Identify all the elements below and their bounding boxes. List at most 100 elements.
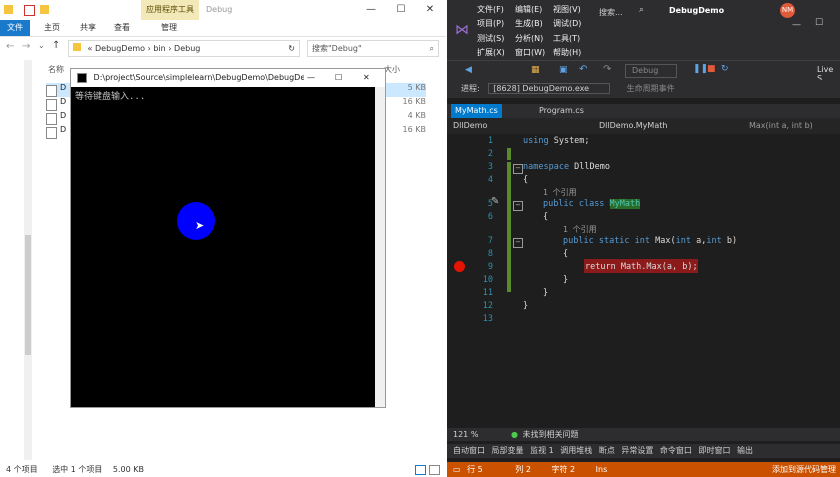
refresh-icon[interactable]: ↻ bbox=[288, 41, 295, 56]
address-bar[interactable]: « DebugDemo › bin › Debug ↻ bbox=[68, 40, 300, 57]
process-dropdown[interactable]: [8628] DebugDemo.exe bbox=[488, 83, 611, 94]
chevron-down-icon[interactable]: ⌄ bbox=[38, 41, 45, 50]
tab-mymath[interactable]: MyMath.cs bbox=[451, 104, 502, 118]
code-editor[interactable] bbox=[447, 134, 840, 426]
codelens-references[interactable]: 1 个引用 bbox=[543, 187, 577, 198]
menu-build[interactable]: 生成(B) bbox=[515, 18, 543, 29]
breadcrumb-debugdemo[interactable]: DebugDemo bbox=[95, 44, 145, 53]
tab-share[interactable]: 共享 bbox=[74, 20, 102, 36]
file-name: D bbox=[60, 83, 67, 92]
add-to-source-control[interactable]: 添加到源代码管理 bbox=[772, 462, 836, 477]
navigation-scrollbar[interactable] bbox=[24, 60, 32, 460]
tab-command-window[interactable]: 命令窗口 bbox=[660, 446, 692, 455]
user-avatar[interactable]: NM bbox=[780, 3, 795, 18]
menu-test[interactable]: 测试(S) bbox=[477, 33, 504, 44]
keyword: int bbox=[634, 236, 651, 246]
forward-arrow-icon[interactable]: → bbox=[22, 41, 30, 52]
tab-call-stack[interactable]: 调用堆栈 bbox=[560, 446, 592, 455]
menu-window[interactable]: 窗口(W) bbox=[515, 47, 545, 58]
menu-file[interactable]: 文件(F) bbox=[477, 4, 504, 15]
line-number: 4 bbox=[487, 175, 493, 185]
undo-icon[interactable]: ↶ bbox=[579, 64, 587, 75]
console-scrollbar[interactable] bbox=[375, 87, 385, 407]
menu-debug[interactable]: 调试(D) bbox=[553, 18, 581, 29]
minimize-button[interactable]: — bbox=[356, 0, 386, 20]
line-number: 3 bbox=[487, 162, 493, 172]
breadcrumb-bin[interactable]: bin bbox=[153, 44, 165, 53]
maximize-button[interactable]: ☐ bbox=[335, 69, 342, 87]
keyword: namespace bbox=[523, 162, 570, 172]
column-header-name[interactable]: 名称 bbox=[48, 64, 64, 75]
file-name: D bbox=[60, 125, 67, 134]
file-name: D bbox=[60, 111, 67, 120]
menu-analyze[interactable]: 分析(N) bbox=[515, 33, 543, 44]
configuration-dropdown[interactable]: Debug bbox=[625, 64, 677, 78]
tab-program[interactable]: Program.cs bbox=[535, 104, 588, 118]
search-input[interactable]: 搜索"Debug" ⌕ bbox=[307, 40, 439, 57]
minimize-button[interactable]: — bbox=[307, 69, 315, 87]
project-dropdown[interactable]: DllDemo bbox=[453, 120, 583, 132]
menu-help[interactable]: 帮助(H) bbox=[553, 47, 581, 58]
keyword: public bbox=[563, 236, 594, 246]
status-column: 列 2 bbox=[515, 465, 531, 474]
folder-icon[interactable] bbox=[4, 5, 13, 14]
stop-icon[interactable]: ■ bbox=[707, 64, 716, 74]
pause-icon[interactable]: ❚❚ bbox=[693, 64, 708, 74]
tab-immediate-window[interactable]: 即时窗口 bbox=[698, 446, 730, 455]
close-button[interactable]: ✕ bbox=[415, 0, 445, 20]
minimize-button[interactable]: — bbox=[792, 20, 801, 30]
menu-edit[interactable]: 编辑(E) bbox=[515, 4, 542, 15]
file-name: D bbox=[60, 97, 67, 106]
keyword: static bbox=[593, 236, 635, 246]
code-line: public class MyMath bbox=[543, 199, 641, 209]
fold-toggle[interactable]: − bbox=[513, 238, 523, 248]
tab-exception-settings[interactable]: 异常设置 bbox=[621, 446, 653, 455]
menu-tools[interactable]: 工具(T) bbox=[553, 33, 580, 44]
tab-watch[interactable]: 监视 1 bbox=[530, 446, 554, 455]
keyword: public bbox=[543, 199, 574, 209]
maximize-button[interactable]: ☐ bbox=[386, 0, 416, 20]
line-number: 10 bbox=[482, 275, 493, 285]
member-dropdown[interactable]: Max(int a, int b) bbox=[749, 120, 839, 132]
menu-extensions[interactable]: 扩展(X) bbox=[477, 47, 505, 58]
checkbox-icon[interactable] bbox=[24, 5, 35, 16]
codelens-references[interactable]: 1 个引用 bbox=[563, 224, 597, 235]
tab-breakpoints[interactable]: 断点 bbox=[599, 446, 615, 455]
breadcrumb-debug[interactable]: Debug bbox=[174, 44, 200, 53]
tab-autos[interactable]: 自动窗口 bbox=[453, 446, 485, 455]
class-dropdown[interactable]: DllDemo.MyMath bbox=[599, 120, 729, 132]
zoom-level[interactable]: 121 % bbox=[453, 430, 478, 439]
no-issues-text[interactable]: 未找到相关问题 bbox=[523, 430, 579, 439]
details-view-icon[interactable] bbox=[415, 465, 426, 475]
breakpoint-icon[interactable] bbox=[454, 261, 465, 272]
large-icons-view-icon[interactable] bbox=[429, 465, 440, 475]
column-header-size[interactable]: 大小 bbox=[384, 64, 400, 75]
vs-search-box[interactable]: 搜索... bbox=[599, 7, 623, 18]
open-folder-icon[interactable]: ▦ bbox=[531, 65, 540, 75]
tab-locals[interactable]: 局部变量 bbox=[492, 446, 524, 455]
tab-view[interactable]: 查看 bbox=[108, 20, 136, 36]
maximize-button[interactable]: ☐ bbox=[815, 18, 823, 28]
tab-home[interactable]: 主页 bbox=[38, 20, 66, 36]
close-button[interactable]: ✕ bbox=[363, 69, 370, 87]
save-all-icon[interactable]: ▣ bbox=[559, 65, 568, 75]
fold-toggle[interactable]: − bbox=[513, 164, 523, 174]
line-number: 5 bbox=[487, 199, 493, 209]
tab-manage[interactable]: 管理 bbox=[155, 20, 183, 36]
fold-toggle[interactable]: − bbox=[513, 201, 523, 211]
menu-project[interactable]: 项目(P) bbox=[477, 18, 504, 29]
back-icon[interactable]: ◀ bbox=[465, 65, 472, 75]
keyword: using bbox=[523, 136, 549, 146]
window-title: Debug bbox=[206, 5, 233, 14]
redo-icon[interactable]: ↷ bbox=[603, 64, 611, 75]
back-arrow-icon[interactable]: ← bbox=[6, 41, 14, 52]
restart-icon[interactable]: ↻ bbox=[721, 64, 729, 74]
tab-output[interactable]: 输出 bbox=[737, 446, 753, 455]
lifecycle-events-dropdown[interactable]: 生命周期事件 bbox=[627, 84, 675, 93]
paintbrush-icon[interactable]: ✎ bbox=[491, 196, 499, 207]
tab-file[interactable]: 文件 bbox=[0, 20, 30, 36]
new-folder-icon[interactable] bbox=[40, 5, 49, 14]
change-indicator bbox=[507, 148, 511, 160]
up-arrow-icon[interactable]: ↑ bbox=[52, 40, 60, 51]
menu-view[interactable]: 视图(V) bbox=[553, 4, 581, 15]
